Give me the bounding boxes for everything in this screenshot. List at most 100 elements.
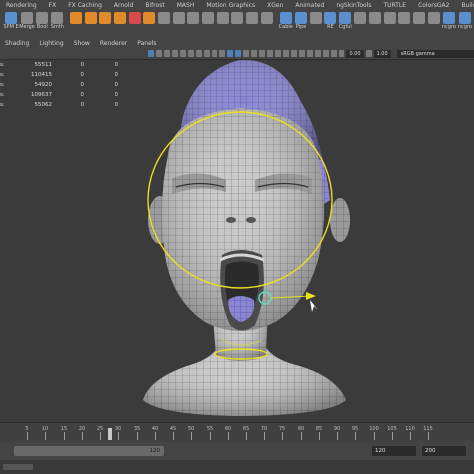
shelf-button[interactable] (427, 12, 440, 24)
current-frame-cursor[interactable] (108, 428, 112, 440)
shelf-tab[interactable]: Bifrost (139, 0, 170, 12)
shelf-tab[interactable]: Animated (289, 0, 330, 12)
time-slider-track[interactable]: 5 10 15 20 25 30 35 40 45 50 55 60 65 70 75 80 85 90 95 100… (10, 426, 466, 440)
end-frame-field[interactable]: 120 (372, 446, 416, 456)
shelf-button-label: Cgful (338, 24, 352, 30)
hud-value: 0 (80, 62, 85, 68)
wireframe-on-shaded-icon[interactable] (243, 50, 250, 57)
shelf-button[interactable] (354, 12, 367, 24)
shelf-button[interactable] (309, 12, 322, 24)
shelf-button[interactable] (99, 12, 112, 24)
shelf-button[interactable] (172, 12, 185, 24)
shelf-button[interactable] (383, 12, 396, 24)
shelf-button[interactable] (128, 12, 141, 24)
shelf-button[interactable] (202, 12, 215, 24)
shelf-tab[interactable]: TURTLE (377, 0, 412, 12)
shelf-button[interactable] (398, 12, 411, 24)
shelf-button[interactable]: Merge (19, 12, 35, 31)
range-bar[interactable]: 120 (14, 446, 164, 456)
timeline-tick (137, 432, 138, 440)
safe-action-icon[interactable] (219, 50, 226, 57)
shelf-button[interactable]: ncgro (458, 12, 472, 31)
timeline-tick-label: 95 (351, 426, 359, 432)
isolate-select-icon[interactable] (306, 50, 313, 57)
field-chart-icon[interactable] (211, 50, 218, 57)
bottom-tab[interactable] (3, 464, 33, 470)
camera-attributes-icon[interactable] (155, 50, 162, 57)
shelf-button[interactable]: Smth (51, 12, 64, 31)
anim-end-field[interactable]: 200 (422, 446, 466, 456)
head-model[interactable] (0, 60, 474, 422)
anti-alias-icon[interactable] (290, 50, 297, 57)
shelf-tab[interactable]: Arnold (108, 0, 139, 12)
time-slider[interactable]: 5 10 15 20 25 30 35 40 45 50 55 60 65 70 75 80 85 90 95 100… (0, 422, 474, 442)
shelf-tab[interactable]: ColorsGA2 (412, 0, 455, 12)
textured-icon[interactable] (251, 50, 258, 57)
shelf-tab[interactable]: Rendering (0, 0, 43, 12)
timeline-tick-label: 80 (297, 426, 305, 432)
shelf-button[interactable]: Cable (279, 12, 293, 31)
resolution-gate-icon[interactable] (195, 50, 202, 57)
timeline-tick-label: 55 (206, 426, 214, 432)
viewport-menu-panels[interactable]: Panels (132, 40, 161, 47)
color-space-dropdown[interactable]: sRGB gamma (396, 49, 474, 58)
shelf-tab[interactable]: FX (43, 0, 63, 12)
shelf-button[interactable]: Pipe (295, 12, 308, 31)
shelf-tab[interactable]: Build (455, 0, 474, 12)
shelf-button[interactable] (84, 12, 97, 24)
hud-row: s: 54920 0 0 (0, 80, 118, 90)
viewport-menu-lighting[interactable]: Lighting (34, 40, 68, 47)
wireframe-icon[interactable] (227, 50, 234, 57)
shelf-tab[interactable]: Motion Graphics (200, 0, 261, 12)
motion-blur-icon[interactable] (282, 50, 289, 57)
shelf-button[interactable]: ncgro (442, 12, 456, 31)
shelf-button[interactable]: Bool (36, 12, 49, 31)
gamma-field[interactable]: 1.00 (373, 49, 391, 58)
shelf-button[interactable] (231, 12, 244, 24)
bookmark-icon[interactable] (163, 50, 170, 57)
viewport[interactable] (0, 60, 474, 422)
shelf-tab[interactable]: MASH (171, 0, 201, 12)
ambient-occlusion-icon[interactable] (275, 50, 281, 57)
film-gate-icon[interactable] (187, 50, 194, 57)
shelf-button[interactable]: Cgful (339, 12, 352, 31)
xray-joints-icon[interactable] (322, 50, 329, 57)
shelf-button[interactable] (143, 12, 156, 24)
shelf-button[interactable] (187, 12, 200, 24)
grid-icon[interactable] (179, 50, 186, 57)
hud-value: 55062 (34, 102, 53, 108)
shelf-button[interactable] (216, 12, 229, 24)
shelf-button[interactable] (69, 12, 83, 24)
timeline-tick (210, 432, 211, 440)
viewport-menu-show[interactable]: Show (69, 40, 95, 47)
shelf-tab[interactable]: XGen (261, 0, 289, 12)
shelf-button[interactable] (260, 12, 273, 24)
smooth-icon (51, 12, 64, 24)
shelf-button[interactable] (368, 12, 381, 24)
xray-icon[interactable] (314, 50, 321, 57)
select-camera-icon[interactable] (148, 50, 154, 57)
gate-mask-icon[interactable] (203, 50, 210, 57)
cgful-icon (339, 12, 352, 24)
shelf-button[interactable]: SPM E (3, 12, 19, 31)
shelf-tab[interactable]: FX Caching (62, 0, 108, 12)
shelf-button[interactable] (412, 12, 426, 24)
timeline-tick (155, 432, 156, 440)
hud-value: 0 (80, 82, 85, 88)
xray-components-icon[interactable] (330, 50, 337, 57)
smooth-shade-icon[interactable] (235, 50, 242, 57)
shadows-icon[interactable] (267, 50, 273, 57)
shelf-tab[interactable]: ngSkinTools (330, 0, 377, 12)
viewport-menu-shading[interactable]: Shading (0, 40, 34, 47)
image-plane-icon[interactable] (171, 50, 178, 57)
shelf-button[interactable] (157, 12, 171, 24)
shelf-button[interactable] (113, 12, 127, 24)
depth-of-field-icon[interactable] (298, 50, 305, 57)
viewport-menu-renderer[interactable]: Renderer (95, 40, 132, 47)
shelf-button[interactable]: RE (324, 12, 337, 31)
shelf-button-label: RE (327, 24, 334, 30)
ncgro-icon (442, 12, 455, 24)
lights-icon[interactable] (259, 50, 266, 57)
shelf-button[interactable] (246, 12, 259, 24)
exposure-field[interactable]: 0.00 (346, 49, 364, 58)
